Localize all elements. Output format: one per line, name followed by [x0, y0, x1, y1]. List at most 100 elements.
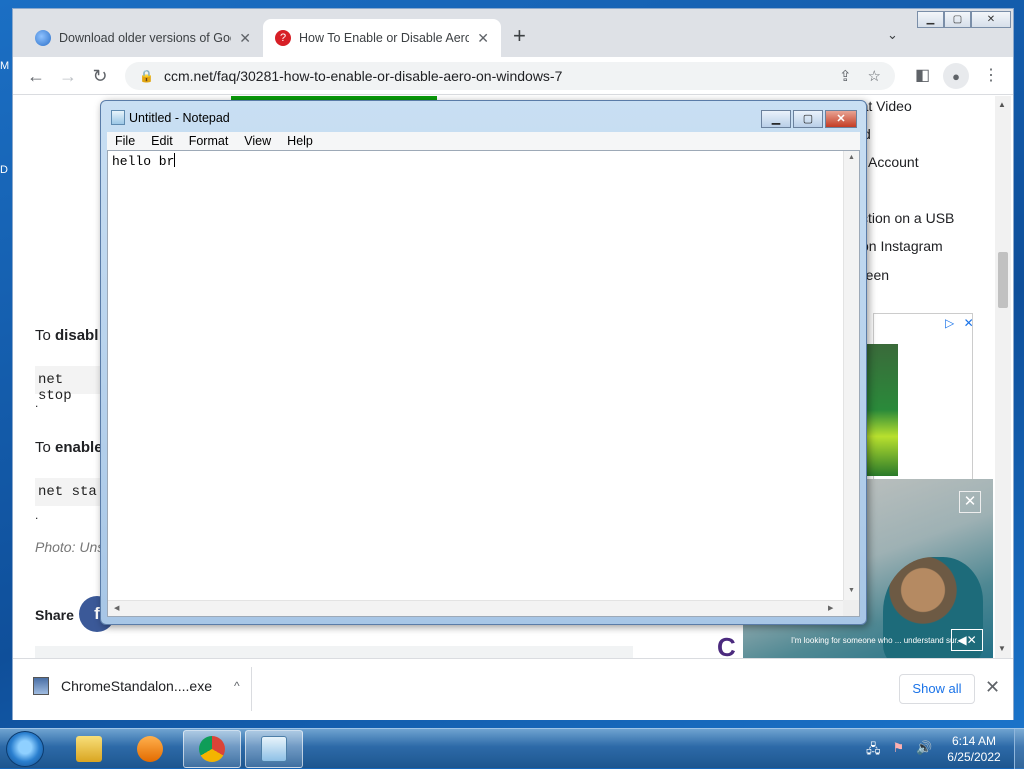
- menu-help[interactable]: Help: [279, 132, 321, 150]
- maximize-button[interactable]: ▢: [944, 11, 971, 28]
- show-desktop-button[interactable]: [1014, 729, 1024, 769]
- page-scrollbar[interactable]: ▲ ▼: [995, 96, 1011, 658]
- close-button[interactable]: ✕: [825, 110, 857, 128]
- notepad-text-area[interactable]: hello br ▲ ▼ ◀ ▶: [107, 150, 860, 617]
- minimize-button[interactable]: ▁: [917, 11, 944, 28]
- menu-format[interactable]: Format: [181, 132, 237, 150]
- network-icon[interactable]: 🖧: [866, 740, 881, 762]
- notepad-window-controls: ▁ ▢ ✕: [761, 110, 857, 128]
- scroll-down-icon[interactable]: ▼: [848, 587, 855, 594]
- taskbar-explorer[interactable]: [60, 730, 118, 768]
- enable-heading: To enable: [35, 439, 103, 456]
- folder-icon: [76, 736, 102, 762]
- url-text[interactable]: ccm.net/faq/30281-how-to-enable-or-disab…: [164, 68, 562, 84]
- taskbar-chrome[interactable]: [183, 730, 241, 768]
- tab-how-to-enable-aero[interactable]: ? How To Enable or Disable Aero o ✕: [263, 19, 501, 57]
- tab-title: How To Enable or Disable Aero o: [299, 31, 470, 45]
- disable-heading: To disabl: [35, 327, 99, 344]
- desktop-icon-label[interactable]: M: [0, 60, 9, 72]
- close-button[interactable]: ✕: [971, 11, 1011, 28]
- system-tray: 🖧 ⚑ 🔊: [866, 740, 932, 762]
- download-shelf: ChromeStandalon....exe ^ Show all ✕: [13, 658, 1013, 720]
- globe-icon: [35, 30, 51, 46]
- clock[interactable]: 6:14 AM 6/25/2022: [940, 733, 1008, 765]
- close-download-shelf-icon[interactable]: ✕: [985, 677, 1000, 698]
- video-caption: I'm looking for someone who ... understa…: [791, 636, 959, 645]
- menu-view[interactable]: View: [236, 132, 279, 150]
- profile-avatar-icon[interactable]: ●: [943, 63, 969, 89]
- chrome-window-controls: ▁ ▢ ✕: [917, 11, 1011, 28]
- video-close-icon[interactable]: ✕: [959, 491, 981, 513]
- media-player-icon: [137, 736, 163, 762]
- taskbar-media-player[interactable]: [121, 730, 179, 768]
- content-block: [35, 646, 633, 658]
- reload-icon[interactable]: ↻: [87, 63, 113, 89]
- scroll-up-icon[interactable]: ▲: [848, 154, 855, 161]
- download-filename[interactable]: ChromeStandalon....exe: [61, 678, 212, 694]
- tab-title: Download older versions of Goo: [59, 31, 232, 45]
- scroll-left-icon[interactable]: ◀: [114, 604, 119, 612]
- horizontal-scrollbar[interactable]: ◀ ▶: [108, 600, 844, 616]
- notepad-menubar: File Edit Format View Help: [107, 132, 860, 150]
- minimize-button[interactable]: ▁: [761, 110, 791, 128]
- adchoices-icon[interactable]: ▷: [945, 316, 954, 330]
- resize-grip[interactable]: [843, 600, 859, 616]
- taskbar-notepad[interactable]: [245, 730, 303, 768]
- scroll-down-icon[interactable]: ▼: [998, 644, 1006, 653]
- action-center-flag-icon[interactable]: ⚑: [893, 740, 905, 762]
- code-net-start: net sta: [35, 478, 107, 506]
- notepad-window: Untitled - Notepad ▁ ▢ ✕ File Edit Forma…: [100, 100, 867, 625]
- download-item[interactable]: ChromeStandalon....exe ^: [33, 677, 240, 695]
- show-all-button[interactable]: Show all: [899, 674, 975, 704]
- tab-download-older-versions[interactable]: Download older versions of Goo ✕: [23, 19, 263, 57]
- related-link[interactable]: on Instagram: [861, 238, 943, 254]
- period: .: [35, 508, 39, 522]
- tab-strip: Download older versions of Goo ✕ ? How T…: [13, 9, 1013, 57]
- divider: [251, 667, 252, 711]
- notepad-text[interactable]: hello br: [112, 153, 175, 169]
- notepad-icon: [111, 110, 125, 125]
- side-panel-icon[interactable]: ◧: [915, 65, 930, 85]
- related-link[interactable]: Account: [868, 154, 919, 170]
- chevron-up-icon[interactable]: ^: [234, 679, 240, 693]
- maximize-button[interactable]: ▢: [793, 110, 823, 128]
- bookmark-star-icon[interactable]: ☆: [868, 67, 881, 85]
- scroll-up-icon[interactable]: ▲: [998, 100, 1006, 109]
- scroll-right-icon[interactable]: ▶: [828, 604, 833, 612]
- back-icon[interactable]: ←: [23, 63, 49, 89]
- tab-close-icon[interactable]: ✕: [477, 30, 489, 47]
- menu-edit[interactable]: Edit: [143, 132, 181, 150]
- ccm-logo: C: [717, 632, 736, 658]
- notepad-icon: [261, 736, 287, 762]
- browser-toolbar: ← → ↻ 🔒 ccm.net/faq/30281-how-to-enable-…: [13, 57, 1013, 95]
- menu-file[interactable]: File: [107, 132, 143, 150]
- ccm-favicon-icon: ?: [275, 30, 291, 46]
- share-icon[interactable]: ⇪: [839, 67, 852, 85]
- ad-close-icon[interactable]: ✕: [964, 316, 974, 330]
- taskbar: 🖧 ⚑ 🔊 6:14 AM 6/25/2022: [0, 728, 1024, 769]
- code-net-stop: net stop: [35, 366, 107, 404]
- related-link[interactable]: ction on a USB: [861, 210, 954, 226]
- share-label: Share: [35, 607, 74, 623]
- mute-icon[interactable]: ◀✕: [951, 629, 983, 651]
- address-bar[interactable]: 🔒 ccm.net/faq/30281-how-to-enable-or-dis…: [125, 62, 895, 90]
- start-button[interactable]: [6, 731, 44, 767]
- ad-image[interactable]: [863, 344, 898, 476]
- exe-file-icon: [33, 677, 49, 695]
- vertical-scrollbar[interactable]: ▲ ▼: [843, 151, 859, 601]
- period: .: [35, 396, 39, 410]
- volume-icon[interactable]: 🔊: [916, 740, 932, 762]
- tab-close-icon[interactable]: ✕: [239, 30, 251, 47]
- chrome-icon: [199, 736, 225, 762]
- new-tab-icon[interactable]: +: [513, 23, 526, 49]
- photo-credit: Photo: Uns: [35, 539, 105, 555]
- lock-icon[interactable]: 🔒: [139, 69, 154, 83]
- clock-time: 6:14 AM: [951, 734, 997, 748]
- chrome-menu-icon[interactable]: ⋮: [983, 65, 999, 85]
- desktop-icon-label[interactable]: D: [0, 164, 8, 176]
- forward-icon[interactable]: →: [55, 63, 81, 89]
- notepad-title: Untitled - Notepad: [129, 111, 230, 125]
- tab-search-chevron-icon[interactable]: ⌄: [887, 27, 898, 43]
- scroll-thumb[interactable]: [998, 252, 1008, 308]
- ad-controls: ▷ ✕: [945, 316, 974, 330]
